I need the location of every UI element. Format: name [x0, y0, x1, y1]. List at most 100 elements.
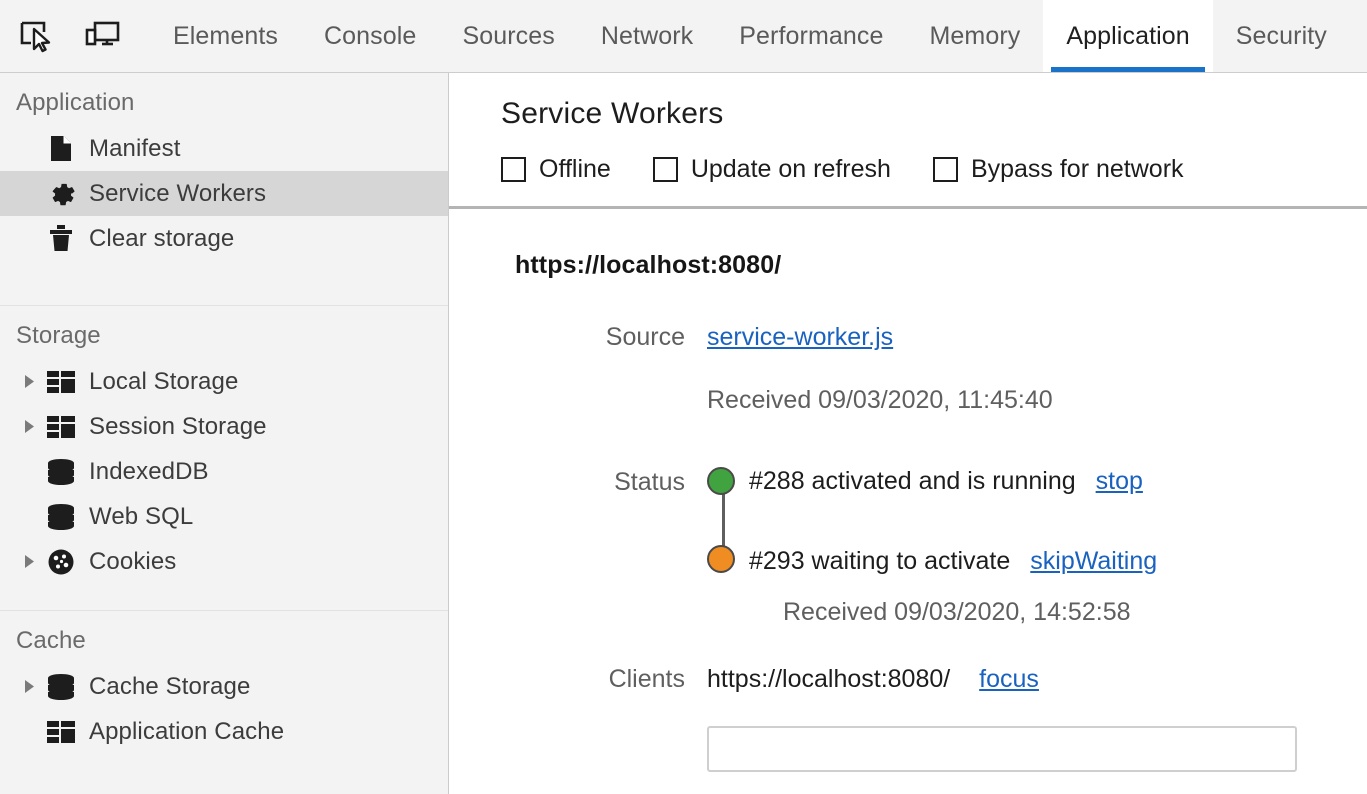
sidebar-item-label: Cache Storage: [89, 675, 250, 699]
tab-label: Performance: [739, 22, 883, 51]
sidebar-item-clear-storage[interactable]: Clear storage: [0, 216, 448, 261]
focus-link[interactable]: focus: [979, 665, 1039, 693]
sidebar-item-cache-storage[interactable]: Cache Storage: [0, 664, 448, 709]
sidebar-item-label: Local Storage: [89, 370, 238, 394]
tab-memory[interactable]: Memory: [906, 0, 1043, 72]
service-workers-panel: Service Workers Offline Update on refres…: [449, 73, 1367, 794]
status-line-waiting: #293 waiting to activate skipWaiting: [749, 545, 1157, 577]
panel-header: Service Workers Offline Update on refres…: [449, 73, 1367, 184]
service-worker-options: Offline Update on refresh Bypass for net…: [501, 155, 1367, 184]
label-spacer: [515, 383, 707, 417]
push-row: [515, 726, 1367, 772]
gear-icon: [42, 180, 80, 207]
sidebar-item-label: IndexedDB: [89, 460, 209, 484]
sidebar-item-label: Service Workers: [89, 182, 266, 206]
sidebar-item-session-storage[interactable]: Session Storage: [0, 404, 448, 449]
toolbar-icon-group: [0, 0, 124, 72]
sidebar-section-cache: Cache Cac: [0, 610, 448, 754]
devtools-window: Elements Console Sources Network Perform…: [0, 0, 1367, 794]
sidebar-item-cookies[interactable]: Cookies: [0, 539, 448, 584]
clients-value: https://localhost:8080/ focus: [707, 662, 1039, 696]
clients-row: Clients https://localhost:8080/ focus: [515, 662, 1367, 696]
source-received-text: Received 09/03/2020, 11:45:40: [707, 383, 1053, 417]
tab-performance[interactable]: Performance: [716, 0, 906, 72]
tab-application[interactable]: Application: [1043, 0, 1212, 72]
tab-label: Application: [1066, 22, 1189, 51]
database-icon: [42, 459, 80, 485]
source-row: Source service-worker.js: [515, 320, 1367, 354]
tab-elements[interactable]: Elements: [150, 0, 301, 72]
devtools-body: Application Manifest: [0, 73, 1367, 794]
status-lines: #288 activated and is running stop #293 …: [739, 465, 1157, 627]
source-value: service-worker.js: [707, 320, 893, 354]
source-file-link[interactable]: service-worker.js: [707, 320, 893, 354]
sidebar-item-indexeddb[interactable]: IndexedDB: [0, 449, 448, 494]
expand-arrow-icon[interactable]: [16, 679, 42, 694]
sidebar-item-label: Clear storage: [89, 227, 234, 251]
push-label: [515, 726, 707, 772]
update-on-refresh-label: Update on refresh: [691, 155, 891, 184]
update-on-refresh-checkbox-row[interactable]: Update on refresh: [653, 155, 891, 184]
database-icon: [42, 504, 80, 530]
tab-console[interactable]: Console: [301, 0, 439, 72]
status-waiting-text: #293 waiting to activate: [749, 545, 1010, 577]
sidebar-item-label: Cookies: [89, 550, 176, 574]
tab-sources[interactable]: Sources: [439, 0, 577, 72]
tab-label: Network: [601, 22, 693, 51]
application-sidebar[interactable]: Application Manifest: [0, 73, 449, 794]
device-toolbar-icon[interactable]: [80, 14, 124, 58]
sidebar-item-application-cache[interactable]: Application Cache: [0, 709, 448, 754]
tab-network[interactable]: Network: [578, 0, 716, 72]
checkbox-icon[interactable]: [501, 157, 526, 182]
status-received-text: Received 09/03/2020, 14:52:58: [783, 597, 1157, 627]
sidebar-section-title: Cache: [0, 611, 448, 664]
checkbox-icon[interactable]: [653, 157, 678, 182]
checkbox-icon[interactable]: [933, 157, 958, 182]
expand-arrow-icon[interactable]: [16, 419, 42, 434]
inspect-element-icon[interactable]: [14, 14, 58, 58]
tab-label: Elements: [173, 22, 278, 51]
sidebar-item-label: Session Storage: [89, 415, 267, 439]
table-icon: [42, 720, 80, 744]
sidebar-section-application: Application Manifest: [0, 73, 448, 305]
sidebar-item-local-storage[interactable]: Local Storage: [0, 359, 448, 404]
page-title: Service Workers: [501, 97, 1367, 131]
bypass-for-network-label: Bypass for network: [971, 155, 1184, 184]
expand-arrow-icon[interactable]: [16, 554, 42, 569]
table-icon: [42, 370, 80, 394]
status-timeline: [707, 465, 739, 627]
trash-icon: [42, 225, 80, 252]
status-dot-running: [707, 467, 735, 495]
sidebar-section-title: Application: [0, 73, 448, 126]
sidebar-item-web-sql[interactable]: Web SQL: [0, 494, 448, 539]
bypass-for-network-checkbox-row[interactable]: Bypass for network: [933, 155, 1184, 184]
push-message-input[interactable]: [707, 726, 1297, 772]
source-label: Source: [515, 320, 707, 354]
sidebar-item-label: Web SQL: [89, 505, 193, 529]
sidebar-item-service-workers[interactable]: Service Workers: [0, 171, 448, 216]
devtools-tabbar: Elements Console Sources Network Perform…: [0, 0, 1367, 73]
expand-arrow-icon[interactable]: [16, 374, 42, 389]
offline-checkbox-row[interactable]: Offline: [501, 155, 611, 184]
source-received-row: Received 09/03/2020, 11:45:40: [515, 383, 1367, 417]
sidebar-item-manifest[interactable]: Manifest: [0, 126, 448, 171]
document-icon: [42, 135, 80, 162]
service-worker-entry: https://localhost:8080/ Source service-w…: [449, 209, 1367, 772]
offline-label: Offline: [539, 155, 611, 184]
tab-label: Memory: [929, 22, 1020, 51]
sidebar-item-label: Application Cache: [89, 720, 284, 744]
cookie-icon: [42, 548, 80, 575]
status-row: Status #288 activated and is running sto…: [515, 465, 1367, 627]
tab-label: Sources: [462, 22, 554, 51]
sidebar-section-storage: Storage: [0, 305, 448, 610]
stop-link[interactable]: stop: [1096, 465, 1143, 497]
status-line-running: #288 activated and is running stop: [749, 465, 1157, 497]
worker-rows: Source service-worker.js Received 09/03/…: [515, 320, 1367, 772]
sidebar-item-label: Manifest: [89, 137, 181, 161]
skip-waiting-link[interactable]: skipWaiting: [1030, 545, 1157, 577]
sidebar-section-title: Storage: [0, 306, 448, 359]
status-label: Status: [515, 465, 707, 627]
tab-security[interactable]: Security: [1213, 0, 1350, 72]
table-icon: [42, 415, 80, 439]
database-icon: [42, 674, 80, 700]
